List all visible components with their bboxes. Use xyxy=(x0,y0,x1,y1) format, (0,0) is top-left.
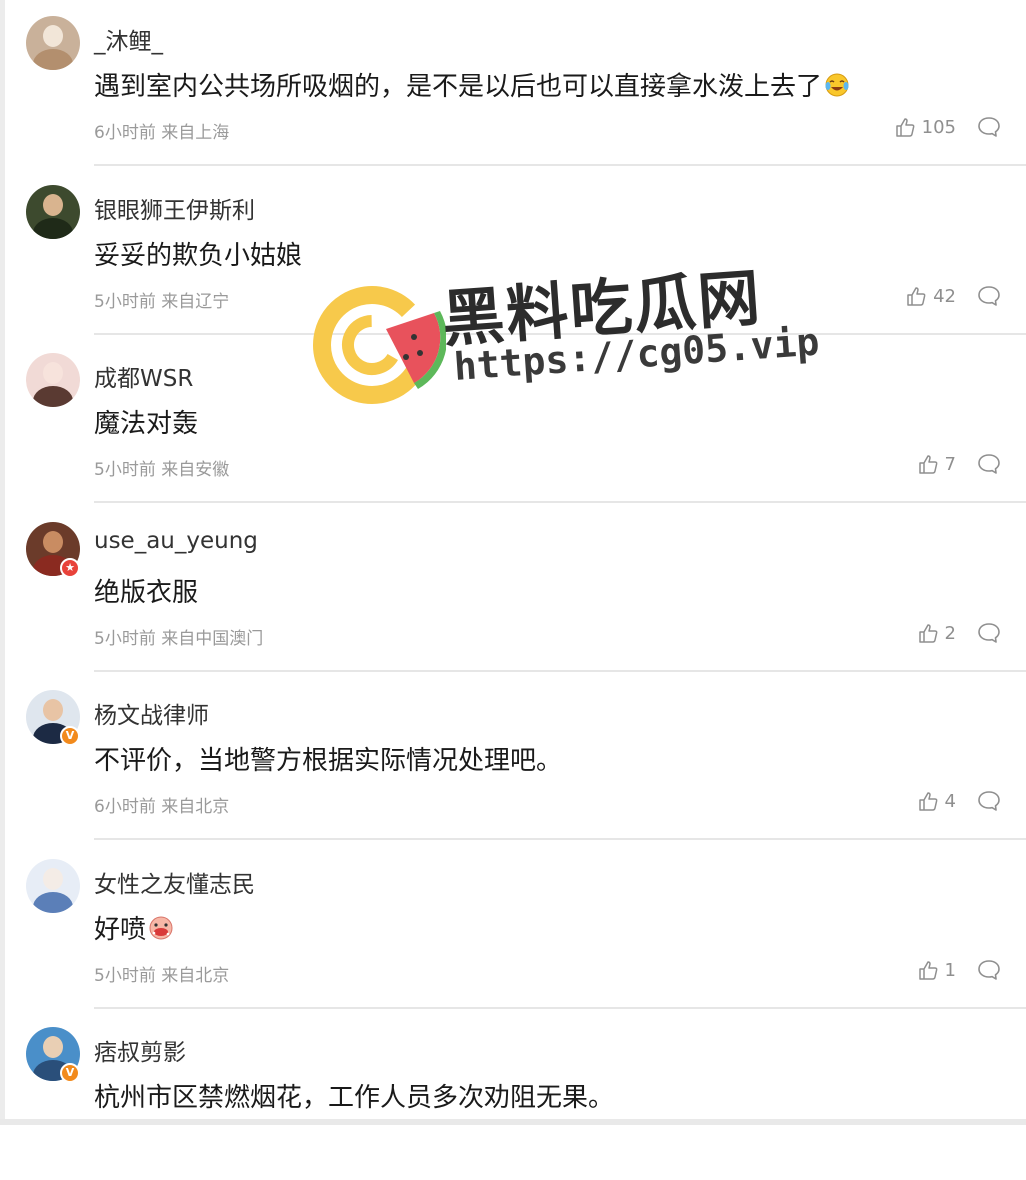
comment-divider xyxy=(94,501,1026,503)
comment-meta: 5小时前 来自辽宁 xyxy=(94,292,230,312)
comment-divider xyxy=(94,838,1026,840)
thumbs-up-icon xyxy=(918,792,937,811)
like-button[interactable]: 2 xyxy=(917,620,956,646)
comment-text: 妥妥的欺负小姑娘 xyxy=(94,235,302,272)
like-count: 1 xyxy=(944,959,956,981)
page-bottom-rule xyxy=(0,1119,1026,1125)
reply-icon[interactable] xyxy=(976,958,1002,982)
comment-meta: 5小时前 来自北京 xyxy=(94,966,230,986)
like-button[interactable]: 42 xyxy=(905,283,956,309)
comment-username[interactable]: 女性之友懂志民 xyxy=(94,865,255,899)
comment-username[interactable]: _沐鲤_ xyxy=(94,22,163,56)
avatar-face xyxy=(43,1036,63,1058)
comment-text-content: 杭州市区禁燃烟花，工作人员多次劝阻无果。 xyxy=(94,1083,615,1113)
thumbs-up-icon xyxy=(895,118,915,137)
verified-badge-icon: V xyxy=(60,1063,80,1083)
avatar[interactable] xyxy=(26,353,80,407)
comment-username[interactable]: 成都WSR xyxy=(94,359,193,393)
avatar-body xyxy=(33,892,73,913)
reply-icon[interactable] xyxy=(976,621,1002,645)
reply-icon[interactable] xyxy=(976,284,1002,308)
comment-item: _沐鲤_ 遇到室内公共场所吸烟的，是不是以后也可以直接拿水泼上去了 6小时前 来自上… xyxy=(0,0,1026,169)
avatar-face xyxy=(43,362,63,384)
like-button[interactable]: 105 xyxy=(894,114,956,140)
comment-item: ★ use_au_yeung 绝版衣服 5小时前 来自中国澳门 2 xyxy=(0,506,1026,675)
reply-icon[interactable] xyxy=(976,789,1002,813)
verified-badge-icon: ★ xyxy=(60,558,80,578)
like-count: 2 xyxy=(944,622,956,644)
reply-icon[interactable] xyxy=(976,115,1002,139)
comment-divider xyxy=(94,670,1026,672)
comment-divider xyxy=(94,1007,1026,1009)
comment-text: 不评价，当地警方根据实际情况处理吧。 xyxy=(94,740,562,777)
comment-meta: 5小时前 来自安徽 xyxy=(94,460,230,480)
comment-divider xyxy=(94,333,1026,335)
thumbs-up-icon xyxy=(918,961,937,980)
comment-item: V 杨文战律师不评价，当地警方根据实际情况处理吧。 6小时前 来自北京 4 xyxy=(0,674,1026,843)
comment-item: 女性之友懂志民好喷 5小时前 来自北京 1 xyxy=(0,843,1026,1012)
avatar-face xyxy=(43,194,63,216)
comment-text: 遇到室内公共场所吸烟的，是不是以后也可以直接拿水泼上去了 xyxy=(94,66,850,103)
comment-divider xyxy=(94,164,1026,166)
like-button[interactable]: 1 xyxy=(917,957,956,983)
avatar-body xyxy=(33,386,73,407)
comment-text-content: 魔法对轰 xyxy=(94,409,199,439)
comment-username[interactable]: 银眼狮王伊斯利 xyxy=(94,191,255,225)
avatar-body xyxy=(33,218,73,239)
comment-item: 成都WSR 魔法对轰 5小时前 来自安徽 7 xyxy=(0,337,1026,506)
avatar-face xyxy=(43,868,63,890)
avatar-face xyxy=(43,699,63,721)
thumbs-up-icon xyxy=(907,287,926,306)
comment-username[interactable]: 杨文战律师 xyxy=(94,696,209,730)
like-button[interactable]: 7 xyxy=(917,451,956,477)
like-button[interactable]: 4 xyxy=(917,788,956,814)
comment-text-content: 绝版衣服 xyxy=(94,578,199,608)
avatar[interactable] xyxy=(26,185,80,239)
comment-text: 魔法对轰 xyxy=(94,403,198,440)
like-count: 7 xyxy=(944,453,956,475)
comment-username[interactable]: use_au_yeung xyxy=(94,528,258,554)
avatar-face xyxy=(43,25,63,47)
reply-icon[interactable] xyxy=(976,452,1002,476)
verified-badge-icon: V xyxy=(60,726,80,746)
avatar-body xyxy=(33,49,73,70)
avatar[interactable] xyxy=(26,16,80,70)
comment-meta: 6小时前 来自北京 xyxy=(94,797,230,817)
comment-username[interactable]: 痞叔剪影 xyxy=(94,1033,186,1067)
thumbs-up-icon xyxy=(918,624,937,643)
laugh-cry-emoji-icon xyxy=(825,73,849,97)
comment-text: 好喷 xyxy=(94,909,174,946)
like-count: 42 xyxy=(933,285,956,307)
like-count: 105 xyxy=(921,116,956,138)
thumbs-up-icon xyxy=(918,455,937,474)
comment-text-content: 不评价，当地警方根据实际情况处理吧。 xyxy=(94,746,563,776)
comment-meta: 5小时前 来自中国澳门 xyxy=(94,629,264,649)
spray-emoji-icon xyxy=(149,916,173,940)
comment-text: 杭州市区禁燃烟花，工作人员多次劝阻无果。 xyxy=(94,1077,614,1114)
comment-text-content: 遇到室内公共场所吸烟的，是不是以后也可以直接拿水泼上去了 xyxy=(94,72,823,102)
comment-meta: 6小时前 来自上海 xyxy=(94,123,230,143)
like-count: 4 xyxy=(944,790,956,812)
comment-text: 绝版衣服 xyxy=(94,572,198,609)
comment-text-content: 妥妥的欺负小姑娘 xyxy=(94,241,303,271)
comment-text-content: 好喷 xyxy=(94,915,147,945)
comment-item: 银眼狮王伊斯利妥妥的欺负小姑娘 5小时前 来自辽宁 42 xyxy=(0,169,1026,338)
avatar[interactable] xyxy=(26,859,80,913)
avatar-face xyxy=(43,531,63,553)
comment-item: V 痞叔剪影杭州市区禁燃烟花，工作人员多次劝阻无果。 xyxy=(0,1011,1026,1180)
